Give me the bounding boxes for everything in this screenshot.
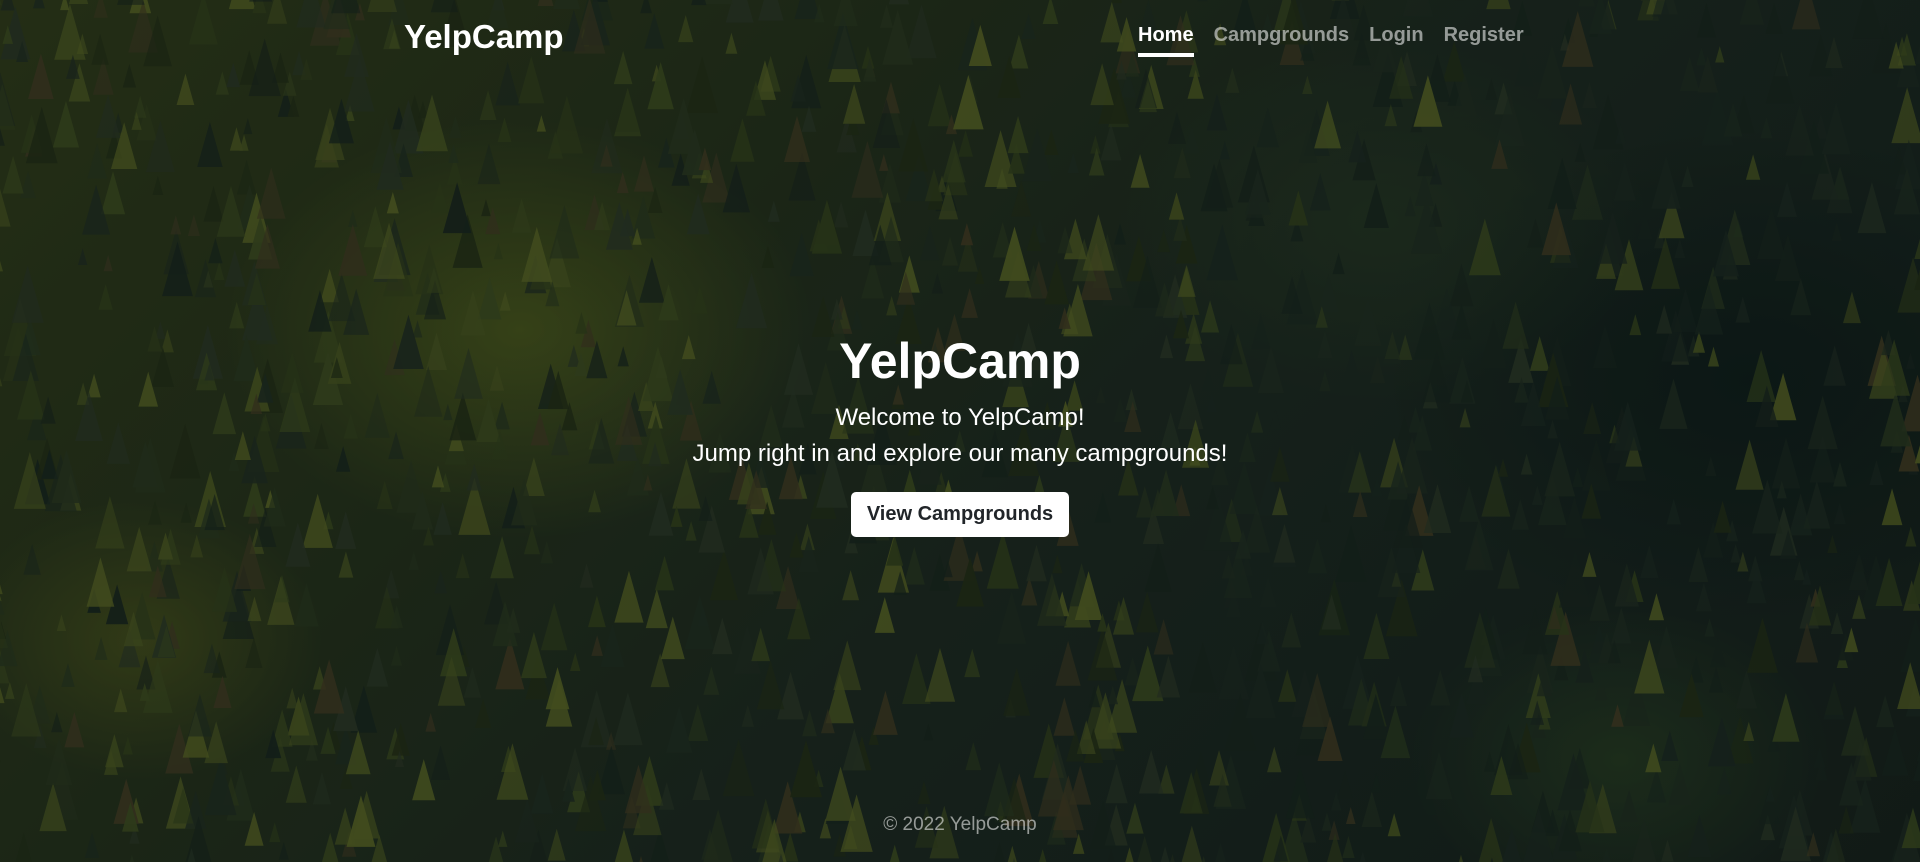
footer-copyright: © 2022 YelpCamp bbox=[883, 814, 1037, 835]
nav-link-home[interactable]: Home bbox=[1138, 24, 1194, 57]
hero-title: YelpCamp bbox=[839, 333, 1081, 389]
nav-link-register[interactable]: Register bbox=[1444, 24, 1524, 57]
navbar-brand[interactable]: YelpCamp bbox=[404, 18, 564, 56]
view-campgrounds-button[interactable]: View Campgrounds bbox=[850, 492, 1070, 537]
hero-content: YelpCamp Welcome to YelpCamp! Jump right… bbox=[0, 330, 1920, 537]
hero-subtitle-text: Jump right in and explore our many campg… bbox=[692, 440, 1228, 467]
hero-welcome-text: Welcome to YelpCamp! bbox=[835, 404, 1085, 431]
hero-background: YelpCamp Home Campgrounds Login Register… bbox=[0, 0, 1920, 862]
nav-link-campgrounds[interactable]: Campgrounds bbox=[1214, 24, 1350, 57]
nav-links: Home Campgrounds Login Register bbox=[1138, 24, 1524, 57]
navbar: YelpCamp Home Campgrounds Login Register bbox=[0, 0, 1920, 76]
nav-link-login[interactable]: Login bbox=[1369, 24, 1423, 57]
footer: © 2022 YelpCamp bbox=[0, 814, 1920, 836]
